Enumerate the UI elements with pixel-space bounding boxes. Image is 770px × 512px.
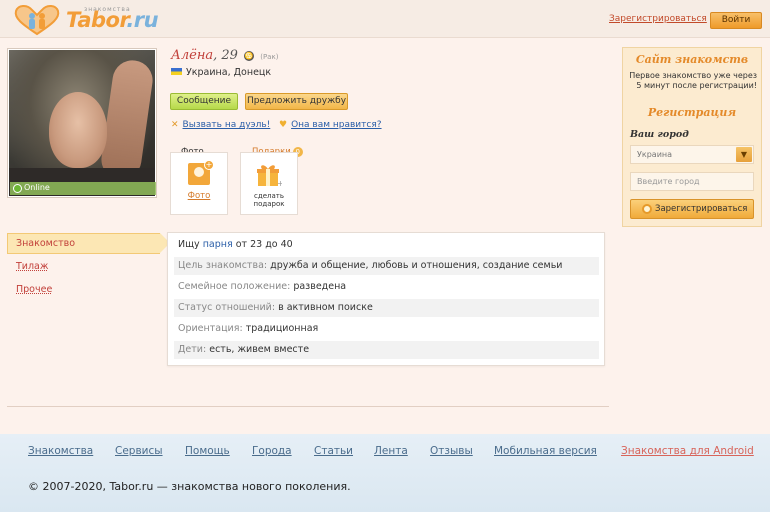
footer-link-articles[interactable]: Статьи xyxy=(314,445,353,457)
online-dot-icon xyxy=(13,184,22,193)
gift-icon: + xyxy=(257,165,282,187)
info-key: Дети: xyxy=(178,344,207,355)
site-header: знакомства Tabor.ru Зарегистрироваться В… xyxy=(0,0,770,38)
profile-age: 29 xyxy=(221,48,238,63)
logo-tld: .ru xyxy=(126,8,159,32)
profile-name-line: Алёна, 29 ♋ (Рак) xyxy=(171,48,278,63)
like-link-text: Она вам нравится? xyxy=(291,120,382,130)
site-footer: Знакомства Сервисы Помощь Города Статьи … xyxy=(0,434,770,512)
profile-location: Украина, Донецк xyxy=(171,67,271,78)
footer-link-feed[interactable]: Лента xyxy=(374,445,408,457)
offer-friendship-button[interactable]: Предложить дружбу xyxy=(245,93,348,110)
duel-link-text: Вызвать на дуэль! xyxy=(182,120,271,130)
info-key: Статус отношений: xyxy=(178,302,276,313)
info-key: Семейное положение: xyxy=(178,281,291,292)
info-value: разведена xyxy=(293,281,347,292)
login-button[interactable]: Войти xyxy=(710,12,762,29)
online-status-bar: Online xyxy=(10,182,156,195)
info-value: дружба и общение, любовь и отношения, со… xyxy=(270,260,563,271)
footer-link-reviews[interactable]: Отзывы xyxy=(430,445,473,457)
copyright-text: © 2007-2020, Tabor.ru — знакомства новог… xyxy=(28,480,351,493)
footer-link-mobile[interactable]: Мобильная версия xyxy=(494,445,597,457)
content-divider xyxy=(7,406,609,407)
location-text: Украина, Донецк xyxy=(186,67,272,78)
sidebar-title: Сайт знакомств xyxy=(635,53,749,66)
seeking-ages: от 23 до 40 xyxy=(235,239,293,250)
add-photo-badge: + xyxy=(204,160,214,170)
country-select-value: Украина xyxy=(637,150,673,159)
registration-title: Регистрация xyxy=(647,106,737,119)
gift-line2: подарок xyxy=(253,200,285,208)
info-row-marital: Семейное положение: разведена xyxy=(174,278,599,296)
zodiac-label: (Рак) xyxy=(260,53,279,61)
info-row-orientation: Ориентация: традиционная xyxy=(174,320,599,338)
footer-link-cities[interactable]: Города xyxy=(252,445,292,457)
city-label: Ваш город xyxy=(630,129,689,140)
info-value: в активном поиске xyxy=(278,302,373,313)
country-select[interactable]: Украина ▼ xyxy=(630,145,754,164)
seeking-row: Ищу парня от 23 до 40 xyxy=(174,236,599,254)
crossed-swords-icon: ✕ xyxy=(171,120,179,130)
seeking-who: парня xyxy=(202,239,233,250)
duel-link[interactable]: ✕ Вызвать на дуэль! xyxy=(171,120,270,130)
site-logo[interactable]: знакомства Tabor.ru xyxy=(10,2,160,36)
footer-link-android[interactable]: Знакомства для Android xyxy=(621,445,754,457)
logo-name: Tabor xyxy=(66,8,127,32)
make-gift-tile[interactable]: + сделать подарок xyxy=(240,152,298,215)
sidebar-register-button[interactable]: Зарегистрироваться xyxy=(630,199,754,219)
online-status-text: Online xyxy=(24,183,50,192)
profile-photo-image xyxy=(9,50,155,196)
tab-dating[interactable]: Знакомство xyxy=(7,233,170,254)
profile-details-panel: Ищу парня от 23 до 40 Цель знакомства: д… xyxy=(167,232,605,366)
photos-tile-label: Фото xyxy=(187,191,211,201)
info-row-status: Статус отношений: в активном поиске xyxy=(174,299,599,317)
header-register-link[interactable]: Зарегистрироваться xyxy=(609,14,707,24)
circle-icon xyxy=(642,204,652,214)
seeking-prefix: Ищу xyxy=(178,239,200,250)
message-button[interactable]: Сообщение xyxy=(170,93,238,110)
footer-link-dating[interactable]: Знакомства xyxy=(28,445,93,457)
chevron-down-icon[interactable]: ▼ xyxy=(736,147,752,162)
svg-text:+: + xyxy=(277,179,282,187)
info-value: традиционная xyxy=(245,323,319,334)
info-key: Цель знакомства: xyxy=(178,260,268,271)
make-gift-text: сделать подарок xyxy=(241,192,297,208)
footer-link-help[interactable]: Помощь xyxy=(185,445,230,457)
logo-text: Tabor.ru xyxy=(66,8,159,32)
heart-icon: ♥ xyxy=(279,120,288,130)
sidebar-description: Первое знакомство уже через 5 минут посл… xyxy=(629,71,757,90)
profile-photo[interactable]: Online xyxy=(7,48,157,198)
sidebar-register-label: Зарегистрироваться xyxy=(655,204,748,214)
zodiac-cancer-icon: ♋ xyxy=(244,51,255,61)
photos-tile[interactable]: + Фото xyxy=(170,152,228,215)
profile-name: Алёна xyxy=(171,48,214,63)
tab-other[interactable]: Прочее xyxy=(16,284,52,295)
gift-line1: сделать xyxy=(254,192,284,200)
city-input[interactable]: Введите город xyxy=(630,172,754,191)
ukraine-flag-icon xyxy=(171,68,182,75)
info-value: есть, живем вместе xyxy=(209,344,310,355)
like-link[interactable]: ♥ Она вам нравится? xyxy=(279,120,382,130)
heart-logo-icon xyxy=(14,5,60,36)
info-key: Ориентация: xyxy=(178,323,243,334)
info-row-children: Дети: есть, живем вместе xyxy=(174,341,599,359)
info-row-goal: Цель знакомства: дружба и общение, любов… xyxy=(174,257,599,275)
tab-tilazh[interactable]: Тилаж xyxy=(16,261,48,272)
footer-link-services[interactable]: Сервисы xyxy=(115,445,163,457)
signup-sidebar: Сайт знакомств Первое знакомство уже чер… xyxy=(622,47,762,227)
